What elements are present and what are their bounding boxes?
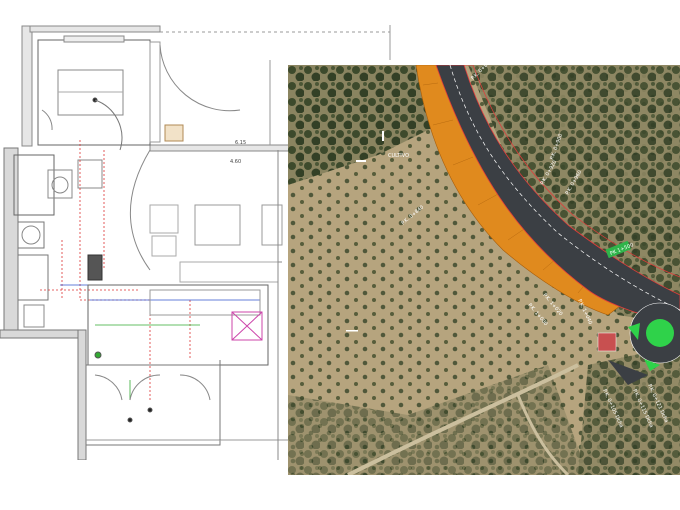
chair-marker — [164, 124, 184, 142]
building — [597, 332, 617, 352]
wall-mid — [149, 144, 291, 152]
wall-top — [29, 25, 161, 33]
roundabout-island — [646, 319, 674, 347]
wall-left — [3, 147, 19, 339]
dimension-label: 6.15 — [235, 140, 246, 146]
aerial-svg: PK 1+500 CULTIVO P.K. 0+840 P.K. 0+860 P… — [288, 65, 680, 475]
aerial-site-plan: PK 1+500 CULTIVO P.K. 0+840 P.K. 0+860 P… — [288, 65, 680, 475]
wall-top-left — [21, 25, 33, 147]
annotation-label: CULTIVO — [388, 153, 409, 159]
dimension-label: 4.60 — [230, 159, 241, 165]
wall-bottom-left — [0, 329, 85, 339]
wall-bottom-vertical — [77, 329, 87, 461]
